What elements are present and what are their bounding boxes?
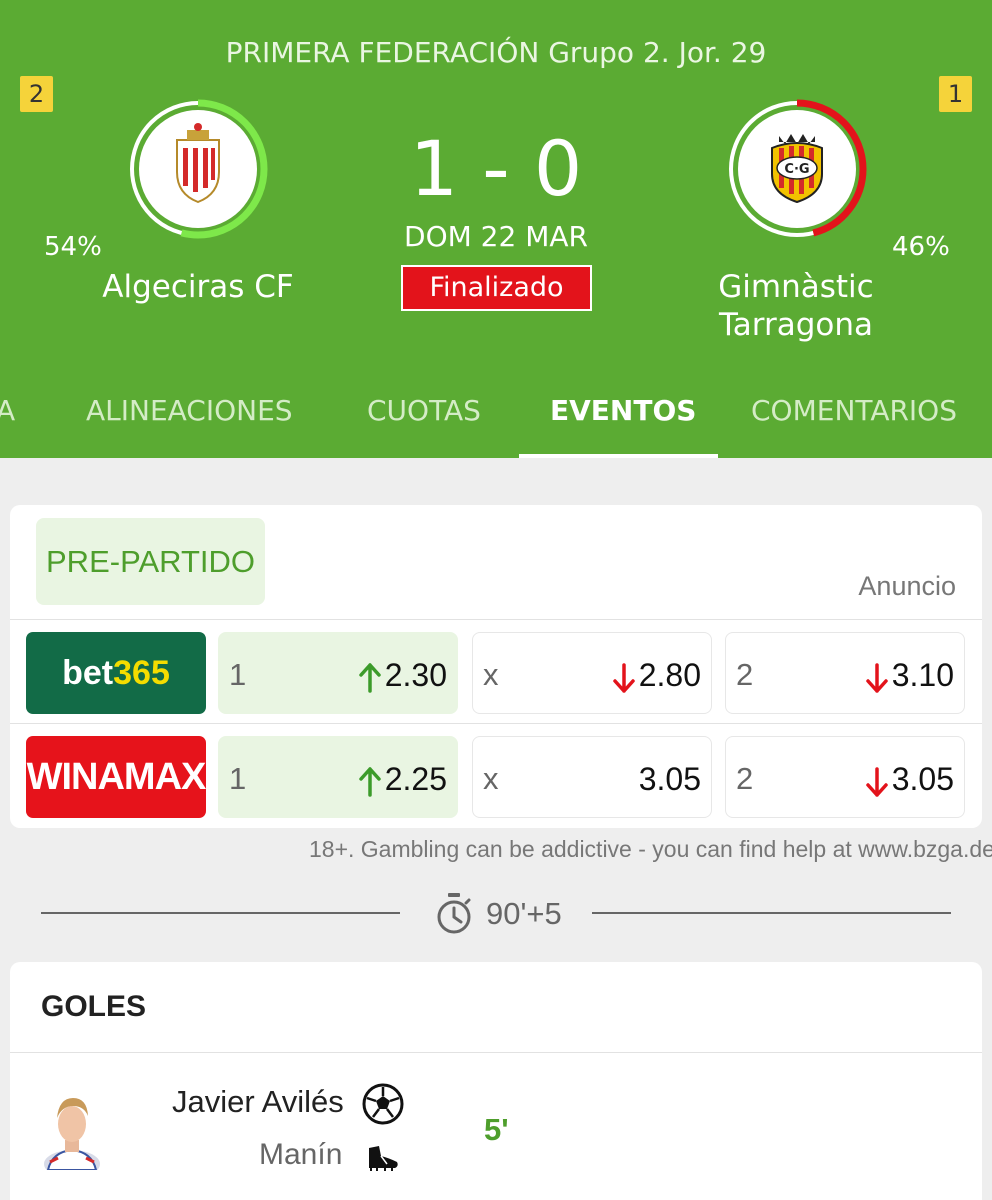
active-tab-indicator [519, 454, 718, 458]
arrow-up-icon [358, 766, 381, 797]
odd-value-wrap: 3.10 [865, 657, 954, 694]
odd-label: 2 [736, 761, 754, 796]
odd-value: 3.05 [638, 761, 701, 797]
pre-match-label[interactable]: PRE-PARTIDO [36, 518, 265, 605]
odd-label: 1 [229, 657, 247, 692]
away-team-name-line1: Gimnàstic [718, 269, 874, 305]
match-score: 1 - 0 [409, 124, 583, 213]
boot-icon [369, 1146, 398, 1171]
away-team-crest[interactable]: C·G [724, 96, 870, 242]
timeline-line-left [41, 912, 400, 914]
match-header: PRIMERA FEDERACIÓN Grupo 2. Jor. 29 2 1 [0, 0, 992, 458]
player-avatar[interactable] [40, 1088, 104, 1170]
odd-winamax-home[interactable]: 1 2.25 [218, 736, 458, 818]
competition-title[interactable]: PRIMERA FEDERACIÓN Grupo 2. Jor. 29 [0, 36, 992, 69]
stopwatch-icon [437, 893, 471, 934]
odd-value: 2.80 [638, 657, 701, 693]
odd-winamax-draw[interactable]: x 3.05 [472, 736, 712, 818]
odd-value-wrap: 3.05 [865, 761, 954, 798]
winamax-logo[interactable]: WINAMAX [26, 736, 206, 818]
odd-label: 2 [736, 657, 754, 692]
tab-comentarios[interactable]: COMENTARIOS [751, 394, 957, 427]
odd-value: 3.10 [891, 657, 954, 693]
tab-alineaciones[interactable]: ALINEACIONES [86, 394, 293, 427]
bet365-logo-highlight: 365 [113, 653, 170, 692]
tab-cuotas[interactable]: CUOTAS [367, 394, 481, 427]
match-status-badge: Finalizado [401, 265, 592, 311]
tab-partial[interactable]: A [0, 394, 15, 427]
divider [10, 619, 982, 620]
away-team-name-line2: Tarragona [718, 307, 874, 343]
home-team-crest[interactable] [125, 96, 271, 242]
odd-value: 2.25 [384, 761, 447, 797]
home-team-name[interactable]: Algeciras CF [80, 268, 316, 306]
odd-label: x [483, 761, 499, 796]
bet365-logo[interactable]: bet 365 [26, 632, 206, 714]
away-team-name[interactable]: Gimnàstic Tarragona [690, 268, 902, 344]
divider [10, 723, 982, 724]
gambling-disclaimer[interactable]: 18+. Gambling can be addictive - you can… [309, 836, 992, 863]
odds-card: PRE-PARTIDO Anuncio bet 365 1 2.30 x 2.80… [10, 505, 982, 828]
arrow-down-icon [612, 662, 635, 693]
odd-value: 3.05 [891, 761, 954, 797]
tab-eventos[interactable]: EVENTOS [550, 394, 696, 427]
ad-label: Anuncio [858, 571, 956, 601]
goal-minute: 5' [484, 1112, 509, 1147]
arrow-up-icon [358, 662, 381, 693]
odd-value-wrap: 2.25 [358, 761, 447, 798]
odd-bet365-home[interactable]: 1 2.30 [218, 632, 458, 714]
bet365-logo-text: bet [62, 653, 114, 692]
odd-label: x [483, 657, 499, 692]
odd-label: 1 [229, 761, 247, 796]
odd-value: 2.30 [384, 657, 447, 693]
goals-card: GOLES Javier Avilés Manín 5' [10, 962, 982, 1200]
home-win-percentage: 54% [44, 232, 102, 262]
assist-player-name[interactable]: Manín [259, 1138, 342, 1172]
arrow-down-icon [865, 662, 888, 693]
goals-section-title: GOLES [41, 990, 147, 1023]
arrow-down-icon [865, 766, 888, 797]
svg-text:C·G: C·G [784, 162, 809, 177]
soccer-ball-icon [362, 1083, 404, 1125]
home-rank-badge: 2 [20, 76, 53, 112]
odd-value-wrap: 2.30 [358, 657, 447, 694]
divider [10, 1052, 982, 1053]
goal-scorer-name[interactable]: Javier Avilés [172, 1084, 344, 1120]
away-win-percentage: 46% [892, 232, 950, 262]
odd-bet365-away[interactable]: 2 3.10 [725, 632, 965, 714]
away-rank-badge: 1 [939, 76, 972, 112]
odd-bet365-draw[interactable]: x 2.80 [472, 632, 712, 714]
winamax-logo-text: WINAMAX [26, 755, 207, 798]
timeline-line-right [592, 912, 951, 914]
match-date: DOM 22 MAR [404, 220, 588, 253]
odd-value-wrap: 2.80 [612, 657, 701, 694]
odd-winamax-away[interactable]: 2 3.05 [725, 736, 965, 818]
match-tabs: A ALINEACIONES CUOTAS EVENTOS COMENTARIO… [0, 380, 992, 458]
elapsed-time: 90'+5 [486, 896, 562, 931]
